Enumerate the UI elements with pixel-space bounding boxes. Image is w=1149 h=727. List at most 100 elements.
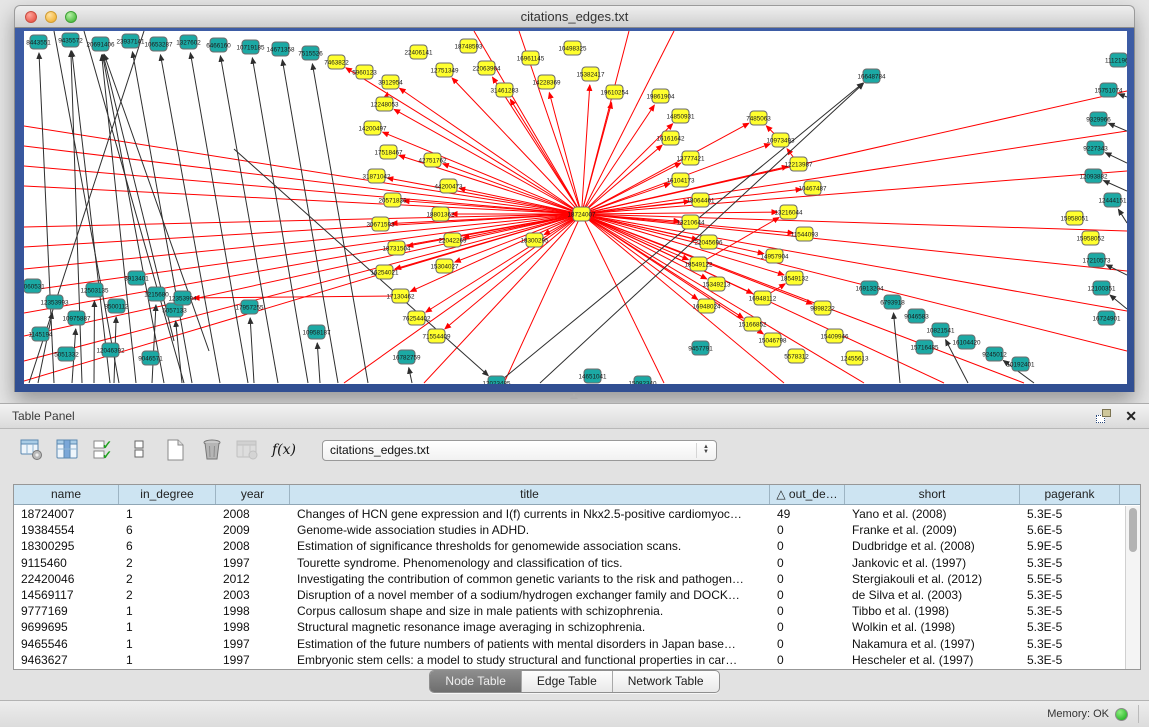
tab-network-table[interactable]: Network Table (612, 671, 719, 692)
column-header[interactable]: pagerank (1020, 485, 1120, 504)
table-tabs-bar: Node TableEdge TableNetwork Table (0, 670, 1149, 693)
graph-edge[interactable] (549, 93, 581, 214)
table-selector-value: citations_edges.txt (330, 443, 696, 457)
graph-edge[interactable] (1106, 265, 1127, 275)
graph-edge[interactable] (1110, 295, 1127, 309)
table-vertical-scrollbar[interactable] (1125, 506, 1140, 669)
close-window-icon[interactable] (25, 11, 37, 23)
table-selector-dropdown[interactable]: citations_edges.txt ▲▼ (322, 440, 717, 461)
graph-edge[interactable] (582, 31, 630, 214)
table-cell: 1997 (216, 636, 290, 652)
graph-node-label: 19861904 (646, 94, 675, 101)
graph-edge[interactable] (445, 214, 582, 329)
column-header[interactable]: short (845, 485, 1020, 504)
graph-node-label: 18801362 (426, 212, 455, 219)
table-row[interactable]: 1830029562008Estimation of significance … (14, 538, 1125, 554)
graph-edge[interactable] (24, 126, 582, 214)
table-cell: 1 (119, 636, 216, 652)
table-row[interactable]: 946362711997Embryonic stem cells: a mode… (14, 652, 1125, 668)
citation-network-graph[interactable]: 8443551943557220691406239371411065328713… (24, 31, 1127, 384)
graph-node-label: 16104420 (952, 340, 981, 347)
table-row[interactable]: 1872400712008Changes of HCN gene express… (14, 506, 1125, 522)
column-header[interactable]: title (290, 485, 770, 504)
scrollbar-thumb[interactable] (1129, 508, 1137, 552)
delete-column-icon[interactable] (200, 437, 224, 463)
graph-edge[interactable] (582, 214, 665, 383)
graph-edge[interactable] (1105, 153, 1127, 163)
show-columns-icon[interactable] (56, 437, 80, 463)
zoom-window-icon[interactable] (65, 11, 77, 23)
tab-node-table[interactable]: Node Table (430, 671, 521, 692)
graph-node-label: 16948024 (692, 304, 721, 311)
column-header[interactable]: year (216, 485, 290, 504)
graph-edge[interactable] (492, 77, 581, 214)
table-row[interactable]: 977716911998Corpus callosum shape and si… (14, 603, 1125, 619)
graph-node-label: 10498325 (558, 46, 587, 53)
graph-node-label: 9435572 (58, 38, 83, 45)
graph-edge[interactable] (582, 105, 655, 214)
graph-edge[interactable] (190, 53, 248, 383)
graph-node-label: 15349213 (702, 282, 731, 289)
column-header[interactable]: name (14, 485, 119, 504)
graph-edge[interactable] (409, 368, 412, 383)
graph-edge[interactable] (24, 214, 582, 336)
panel-splitter[interactable] (0, 392, 1149, 403)
table-cell: 5.9E-5 (1020, 538, 1120, 554)
table-row[interactable]: 2242004622012Investigating the contribut… (14, 571, 1125, 587)
table-row[interactable]: 969969511998Structural magnetic resonanc… (14, 619, 1125, 635)
graph-edge[interactable] (250, 318, 254, 383)
tab-edge-table[interactable]: Edge Table (521, 671, 612, 692)
graph-node-label: 15716485 (910, 345, 939, 352)
graph-node-label: 16724901 (1092, 316, 1121, 323)
graph-edge[interactable] (1104, 180, 1127, 191)
column-header[interactable]: △ out_de… (770, 485, 845, 504)
window-titlebar[interactable]: citations_edges.txt (14, 5, 1135, 28)
network-canvas[interactable]: 8443551943557220691406239371411065328713… (24, 31, 1127, 384)
function-builder-icon[interactable]: f(x) (272, 437, 296, 463)
table-row[interactable]: 911546021997Tourette syndrome. Phenomeno… (14, 555, 1125, 571)
delete-table-icon[interactable] (236, 437, 260, 463)
graph-edge[interactable] (582, 171, 1128, 214)
graph-node-label: 15082340 (628, 381, 657, 385)
cells-icon[interactable] (128, 437, 152, 463)
graph-edge[interactable] (582, 91, 1128, 214)
graph-edge[interactable] (54, 31, 119, 383)
graph-node-label: 9046583 (904, 314, 929, 321)
graph-edge[interactable] (152, 305, 156, 383)
graph-edge[interactable] (220, 56, 278, 383)
graph-edge[interactable] (24, 214, 582, 269)
float-panel-icon[interactable] (1096, 409, 1111, 423)
column-header[interactable]: in_degree (119, 485, 216, 504)
graph-edge[interactable] (894, 313, 900, 383)
graph-node-label: 12046392 (96, 348, 125, 355)
graph-edge[interactable] (24, 214, 582, 313)
graph-node-label: 22042269 (438, 238, 467, 245)
new-column-icon[interactable] (164, 437, 188, 463)
table-row[interactable]: 946554611997Estimation of the future num… (14, 636, 1125, 652)
graph-node-label: 12353993 (40, 300, 69, 307)
table-cell: 0 (770, 603, 845, 619)
table-settings-icon[interactable] (20, 437, 44, 463)
graph-edge[interactable] (1118, 209, 1127, 223)
graph-node-label: 17957255 (235, 305, 264, 312)
graph-node-label: 14850931 (666, 114, 695, 121)
graph-node-label: 7485063 (746, 116, 771, 123)
table-row[interactable]: 1938455462009Genome-wide association stu… (14, 522, 1125, 538)
minimize-window-icon[interactable] (45, 11, 57, 23)
select-rows-icon[interactable]: ✓✓ (92, 437, 116, 463)
graph-edge[interactable] (71, 51, 82, 383)
graph-edge[interactable] (317, 343, 320, 383)
table-cell: 49 (770, 506, 845, 522)
graph-node-label: 20571836 (378, 198, 407, 205)
graph-node-label: 18731504 (382, 246, 411, 253)
table-row[interactable]: 1456911722003Disruption of a novel membe… (14, 587, 1125, 603)
graph-edge[interactable] (102, 55, 136, 383)
graph-edge[interactable] (84, 31, 184, 383)
close-panel-icon[interactable]: ✕ (1125, 409, 1137, 423)
graph-edge[interactable] (160, 55, 220, 383)
graph-edge[interactable] (193, 296, 400, 298)
table-cell: 22420046 (14, 571, 119, 587)
graph-edge[interactable] (582, 212, 778, 214)
graph-edge[interactable] (582, 85, 590, 214)
graph-edge[interactable] (1109, 123, 1127, 131)
